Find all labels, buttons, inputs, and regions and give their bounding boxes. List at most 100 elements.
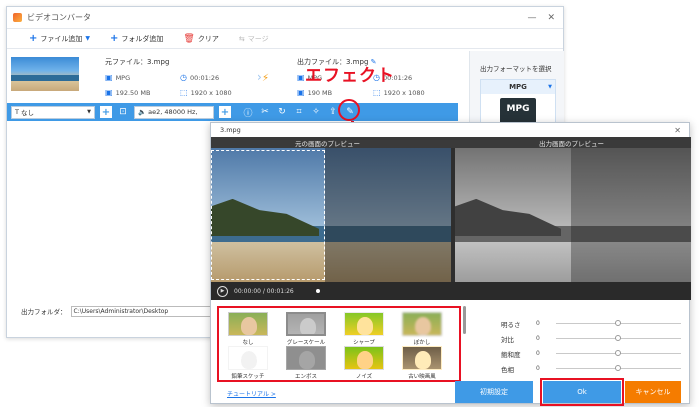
subtitle-select[interactable]: T なし ▼ [11,105,95,119]
effect-pencil-sketch[interactable]: 鉛筆スケッチ [227,346,269,380]
slider-knob[interactable] [615,320,621,326]
effect-thumbnail [402,346,442,370]
toolbar: + ファイル追加 ▼ + フォルダ追加 🗑 クリア ⇆ マージ [7,29,563,49]
source-format-value: MPG [115,73,131,82]
saturation-slider[interactable] [556,350,681,356]
effect-label: エンボス [294,374,317,380]
clear-button[interactable]: 🗑 クリア [183,34,218,44]
tutorial-link[interactable]: チュートリアル > [227,389,276,398]
add-folder-label: フォルダ追加 [121,34,164,43]
seek-slider[interactable] [315,289,320,293]
effect-thumbnail [286,312,326,336]
effect-highlight-circle [338,99,360,121]
output-resolution: ⬚ 1920 x 1080 [373,88,425,97]
format-name: MPG [481,80,555,94]
add-audio-button[interactable]: + [219,106,231,118]
edit-toolbar: T なし ▼ + ⊡ 🔈 ae2, 48000 Hz, + ⓘ ✂ ↻ ⌗ ✧ ⇪… [7,103,458,121]
hue-label: 色相 [501,366,514,374]
crop-icon[interactable]: ⌗ [293,107,305,117]
original-preview-label: 元の画面のプレビュー [295,140,360,148]
minimize-icon[interactable]: — [527,13,536,23]
dialog-title-bar: 3.mpg ✕ [211,123,689,137]
add-file-button[interactable]: + ファイル追加 ▼ [29,33,90,44]
output-folder-row: 出力フォルダ： C:\Users\Administrator\Desktop [7,304,217,318]
subtitle-select-value: なし [21,109,35,117]
plus-icon: + [29,33,38,44]
preview-header: 元の画面のプレビュー 出力画面のプレビュー [211,137,691,148]
resize-icon: ⬚ [373,88,381,97]
audio-track-select[interactable]: 🔈 ae2, 48000 Hz, [134,105,214,119]
brightness-slider[interactable] [556,320,681,326]
format-panel-title: 出力フォーマットを選択 [480,65,552,73]
output-folder-label: 出力フォルダ： [21,308,67,316]
effect-thumbnail [228,312,268,336]
source-size: ▣ 192.50 MB [105,88,150,97]
effect-sharpen[interactable]: シャープ [343,312,385,346]
hue-slider[interactable] [556,365,681,371]
output-folder-field[interactable]: C:\Users\Administrator\Desktop [70,305,211,317]
output-resolution-value: 1920 x 1080 [383,88,425,97]
info-icon[interactable]: ⓘ [242,106,254,119]
reset-button[interactable]: 初期設定 [455,381,533,403]
contrast-slider[interactable] [556,335,681,341]
effect-thumbnail [402,312,442,336]
cancel-button[interactable]: キャンセル [625,381,681,403]
contrast-label: 対比 [501,336,514,344]
ok-button[interactable]: Ok [540,378,624,406]
clear-label: クリア [197,34,219,43]
file-icon: ▣ [297,73,305,82]
effect-wand-icon[interactable]: ✧ [310,107,322,117]
add-folder-button[interactable]: + フォルダ追加 [110,33,163,44]
output-format-selector[interactable]: MPG MPG [480,79,556,125]
saturation-label: 飽和度 [501,351,521,359]
playback-time: 00:00:00 / 00:01:26 [234,287,294,295]
preview-area [211,148,691,282]
rotate-icon[interactable]: ↻ [276,107,288,117]
effect-blur[interactable]: ぼかし [401,312,443,346]
effect-dialog: 3.mpg ✕ 元の画面のプレビュー 出力画面のプレビュー ▶ 00:00:00… [210,122,691,406]
slider-knob[interactable] [615,335,621,341]
output-size: ▣ 190 MB [297,88,332,97]
app-logo-icon [13,13,22,22]
speaker-icon: 🔈 [138,108,149,116]
close-icon[interactable]: ✕ [674,126,689,135]
slider-knob[interactable] [615,350,621,356]
chevron-down-icon[interactable]: ▼ [85,35,90,42]
output-preview [455,148,691,282]
playback-bar: ▶ 00:00:00 / 00:01:26 [211,282,691,300]
effect-noise[interactable]: ノイズ [343,346,385,380]
source-resolution-value: 1920 x 1080 [190,88,232,97]
file-icon: ▣ [105,73,113,82]
dialog-title: 3.mpg [220,126,241,134]
cut-icon[interactable]: ✂ [259,107,271,117]
output-preview-label: 出力画面のプレビュー [539,140,604,148]
close-icon[interactable]: ✕ [547,13,555,23]
source-file-label: 元ファイル：3.mpg [105,58,170,66]
effect-thumbnail [344,312,384,336]
effect-thumbnail [344,346,384,370]
effect-emboss[interactable]: エンボス [285,346,327,380]
effect-thumbnail [286,346,326,370]
effect-none[interactable]: なし [227,312,269,346]
merge-button[interactable]: ⇆ マージ [239,34,269,44]
subtitle-export-icon[interactable]: ⊡ [117,107,129,117]
source-format: ▣ MPG [105,73,130,82]
source-info: 元ファイル：3.mpg ▣ MPG ◷ 00:01:26 ▣ 192.50 MB ⬚ 1… [105,57,260,97]
effects-grid: なし グレースケール シャープ ぼかし 鉛筆スケッチ エンボス ノイズ 古い映画… [217,306,461,382]
play-icon[interactable]: ▶ [217,285,228,297]
trash-icon: 🗑 [183,33,195,44]
source-resolution: ⬚ 1920 x 1080 [180,88,232,97]
video-thumbnail[interactable] [11,57,79,91]
add-subtitle-button[interactable]: + [100,106,112,118]
effect-annotation-label: エフェクト [305,66,395,86]
window-title: ビデオコンバータ [27,13,91,22]
effect-old-film[interactable]: 古い映画風 [401,346,443,380]
slider-knob[interactable] [615,365,621,371]
audio-track-value: ae2, 48000 Hz, [148,108,198,116]
effects-scrollbar[interactable] [463,306,466,334]
crop-box[interactable] [211,150,325,280]
add-file-label: ファイル追加 [40,34,83,43]
lightning-icon: ⚡ [262,73,270,84]
effect-grayscale[interactable]: グレースケール [285,312,327,346]
hue-value: 0 [536,365,540,372]
